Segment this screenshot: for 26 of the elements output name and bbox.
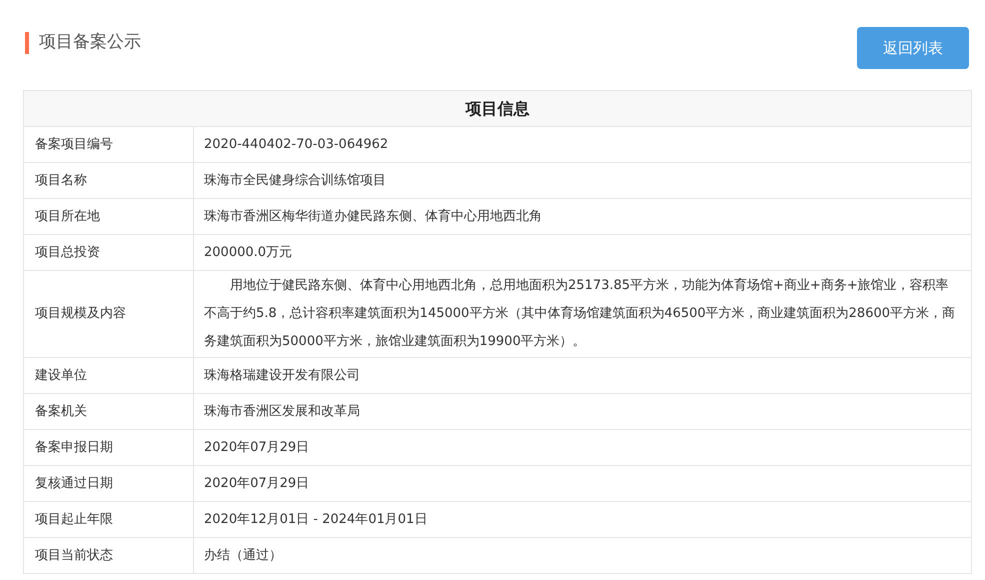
table-cell-text: 2020年07月29日 [203,474,310,493]
title-accent-bar [25,32,29,54]
table-label-cell: 项目所在地 [24,199,194,234]
table-cell-text: 珠海市香洲区发展和改革局 [203,402,361,421]
table-label-cell: 建设单位 [24,358,194,393]
table-cell-text: 珠海市全民健身综合训练馆项目 [203,172,387,190]
table-cell-text: 办结（通过） [203,546,283,565]
table-label-cell: 项目当前状态 [24,538,194,573]
table-label-cell: 项目规模及内容 [24,271,194,357]
table-label-cell: 复核通过日期 [24,466,194,501]
table-title: 项目信息 [24,91,971,127]
back-to-list-button[interactable]: 返回列表 [857,27,969,69]
table-label-cell: 项目名称 [24,163,194,198]
table-label-cell: 项目起止年限 [24,502,194,537]
table-cell-text: 2020-440402-70-03-064962 [203,136,390,154]
table-cell-text: 2020年12月01日 - 2024年01月01日 [203,510,428,529]
table-cell-text: 2020年07月29日 [203,438,310,457]
table-cell-text: 200000.0万元 [203,244,294,262]
table-cell-text: 用地位于健民路东侧、体育中心用地西北角，总用地面积为25173.85平方米，功能为体育场馆+商业+商务+旅馆业，容积率不高于约5.8，总计容积率建筑面积为145000平方米（其中体育场馆建筑面积为46500平方米，商业建筑面积为28600平方米，商务建筑面积为50000平方米，旅馆业建筑面积为19900平方米）。 [203,276,956,351]
table-cell-text: 珠海市香洲区梅华街道办健民路东侧、体育中心用地西北角 [203,208,543,226]
page-title: 项目备案公示 [39,31,141,54]
table-label-cell: 备案项目编号 [24,127,194,162]
table-label-cell: 项目总投资 [24,235,194,270]
table-cell-text: 珠海格瑞建设开发有限公司 [203,366,361,385]
table-label-cell: 备案申报日期 [24,430,194,465]
table-label-cell: 备案机关 [24,394,194,429]
